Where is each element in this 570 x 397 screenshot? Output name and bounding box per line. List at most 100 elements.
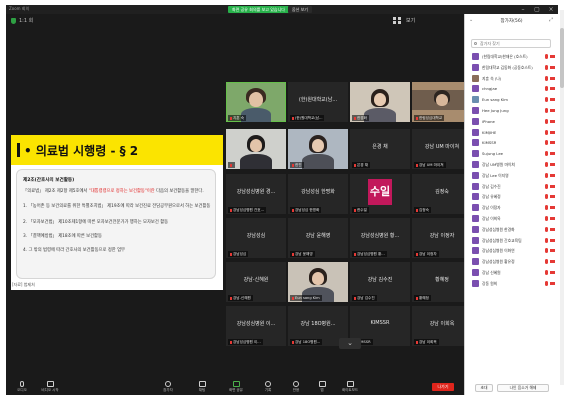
video-off-icon[interactable]	[550, 141, 555, 145]
video-tile[interactable]: 김정숙 김정숙	[412, 174, 472, 214]
video-tile[interactable]: 강남성심 강남성심	[226, 218, 286, 258]
participant-row[interactable]: 강남 Lee 이지영	[465, 170, 558, 181]
participant-row[interactable]: 강남 UM병원 마이쳐	[465, 159, 558, 170]
muted-mic-icon[interactable]	[545, 151, 548, 157]
participant-row[interactable]: 강남성심병원 황유정	[465, 256, 558, 267]
video-off-icon[interactable]	[550, 87, 555, 91]
video-off-icon[interactable]	[550, 184, 555, 188]
participant-row[interactable]: 강남 신혜원	[465, 267, 558, 278]
video-off-icon[interactable]	[550, 162, 555, 166]
video-off-icon[interactable]	[550, 227, 555, 231]
video-tile[interactable]: 강남 윤해영 강남 윤해영	[288, 218, 348, 258]
participant-row[interactable]: 한림대학교 김동화 (공동호스트)	[465, 62, 558, 73]
participant-row[interactable]: 강남성심병원 간호교육팀	[465, 235, 558, 246]
participants-button[interactable]: 참가자	[154, 381, 182, 393]
video-off-icon[interactable]	[550, 195, 555, 199]
video-off-icon[interactable]	[550, 108, 555, 112]
unmute-all-button[interactable]: 나인 음소거 해제	[497, 384, 549, 392]
video-off-icon[interactable]	[550, 206, 555, 210]
video-off-icon[interactable]	[550, 260, 555, 264]
leave-button[interactable]: 나가기	[432, 383, 454, 391]
video-off-icon[interactable]	[550, 119, 555, 123]
participant-row[interactable]: iPhone	[465, 116, 558, 127]
muted-mic-icon[interactable]	[545, 75, 548, 81]
muted-mic-icon[interactable]	[545, 64, 548, 70]
video-off-icon[interactable]	[550, 55, 555, 58]
apps-button[interactable]: 앱	[308, 381, 336, 393]
muted-mic-icon[interactable]	[545, 280, 548, 286]
video-tile[interactable]: Eun sang Kim	[288, 262, 348, 302]
muted-mic-icon[interactable]	[545, 269, 548, 275]
muted-mic-icon[interactable]	[545, 97, 548, 103]
muted-mic-icon[interactable]	[545, 129, 548, 135]
next-page-button[interactable]: ⌄	[339, 338, 361, 349]
record-button[interactable]: 기록	[254, 381, 282, 393]
video-off-icon[interactable]	[550, 216, 555, 220]
video-off-icon[interactable]	[550, 173, 555, 177]
muted-mic-icon[interactable]	[545, 107, 548, 113]
muted-mic-icon[interactable]	[545, 161, 548, 167]
video-tile[interactable]	[226, 129, 286, 169]
video-tile[interactable]: 강남 이희옥 강남 이희옥	[412, 306, 472, 346]
minimize-icon[interactable]: –	[516, 5, 530, 14]
video-off-icon[interactable]	[550, 281, 555, 285]
participant-search[interactable]	[471, 39, 551, 48]
reactions-button[interactable]: 반응	[282, 381, 310, 393]
muted-mic-icon[interactable]	[545, 237, 548, 243]
video-off-icon[interactable]	[550, 130, 555, 134]
participant-row[interactable]: 강동 원희	[465, 278, 558, 289]
video-tile[interactable]: 지훈 숙	[226, 82, 286, 122]
video-tile[interactable]: 수일 한수일	[350, 174, 410, 214]
shield-icon[interactable]	[11, 18, 16, 24]
participant-row[interactable]: KIMJIHE	[465, 127, 558, 138]
scrollbar-thumb[interactable]	[560, 28, 564, 88]
chat-button[interactable]: 채팅	[188, 381, 216, 393]
participant-row[interactable]: KIMSSR	[465, 137, 558, 148]
participant-row[interactable]: 지훈 숙 (나)	[465, 73, 558, 84]
video-tile[interactable]: 강남성심병원 이... 강남성심병원 이...	[226, 306, 286, 346]
video-tile[interactable]: 강남성심병원 황... 강남성심병원 황...	[350, 218, 410, 258]
video-tile[interactable]: 황혜정 황혜정	[412, 262, 472, 302]
video-tile[interactable]: 강남-신혜원 강남-신혜원	[226, 262, 286, 302]
muted-mic-icon[interactable]	[545, 118, 548, 124]
view-button[interactable]: 보기	[406, 17, 415, 24]
muted-mic-icon[interactable]	[545, 248, 548, 254]
video-tile[interactable]: 은경 채 은경 채	[350, 129, 410, 169]
video-tile[interactable]: 한림성심대학교	[412, 82, 472, 122]
video-tile[interactable]: 강남 이정자 강남 이정자	[412, 218, 472, 258]
maximize-icon[interactable]: ▢	[530, 5, 544, 14]
video-tile[interactable]: 강남성심 한명화 강남성심 한명화	[288, 174, 348, 214]
participant-row[interactable]: 강남 이정자	[465, 202, 558, 213]
share-screen-button[interactable]: 화면 공유	[222, 381, 250, 393]
popout-icon[interactable]: ⤢	[549, 17, 553, 23]
muted-mic-icon[interactable]	[545, 183, 548, 189]
video-off-icon[interactable]	[550, 152, 555, 156]
whiteboard-button[interactable]: 화이트보드	[336, 381, 364, 393]
video-tile[interactable]: 한경화	[350, 82, 410, 122]
muted-mic-icon[interactable]	[545, 194, 548, 200]
video-off-icon[interactable]	[550, 98, 555, 102]
video-off-icon[interactable]	[550, 249, 555, 253]
muted-mic-icon[interactable]	[545, 215, 548, 221]
participant-row[interactable]: Eun sang Kim	[465, 94, 558, 105]
participant-row[interactable]: 강남 이희옥	[465, 213, 558, 224]
participant-row[interactable]: chngjae	[465, 83, 558, 94]
participant-row[interactable]: Hee Jung Jung	[465, 105, 558, 116]
muted-mic-icon[interactable]	[545, 259, 548, 265]
grid-view-icon[interactable]	[393, 17, 402, 25]
video-tile[interactable]: 강남성심병원 경... 강남성심병원 간호...	[226, 174, 286, 214]
close-icon[interactable]: ×	[544, 5, 558, 14]
video-off-icon[interactable]	[550, 65, 555, 69]
participant-row[interactable]: 강남 유혜정	[465, 191, 558, 202]
participant-row[interactable]: (한림대학교)한재은 (호스트)	[465, 51, 558, 62]
video-tile[interactable]: (한)원대학교(남... (한)원대학교(남...	[288, 82, 348, 122]
video-off-icon[interactable]	[550, 270, 555, 274]
invite-button[interactable]: 초대	[475, 384, 493, 392]
participant-row[interactable]: 강남 김수진	[465, 181, 558, 192]
muted-mic-icon[interactable]	[545, 172, 548, 178]
muted-mic-icon[interactable]	[545, 140, 548, 146]
view-options-button[interactable]: 옵션 보기	[288, 6, 312, 13]
video-tile[interactable]: 강남 김수진 강남 김수진	[350, 262, 410, 302]
muted-mic-icon[interactable]	[545, 205, 548, 211]
participant-row[interactable]: Sujung Lee	[465, 148, 558, 159]
